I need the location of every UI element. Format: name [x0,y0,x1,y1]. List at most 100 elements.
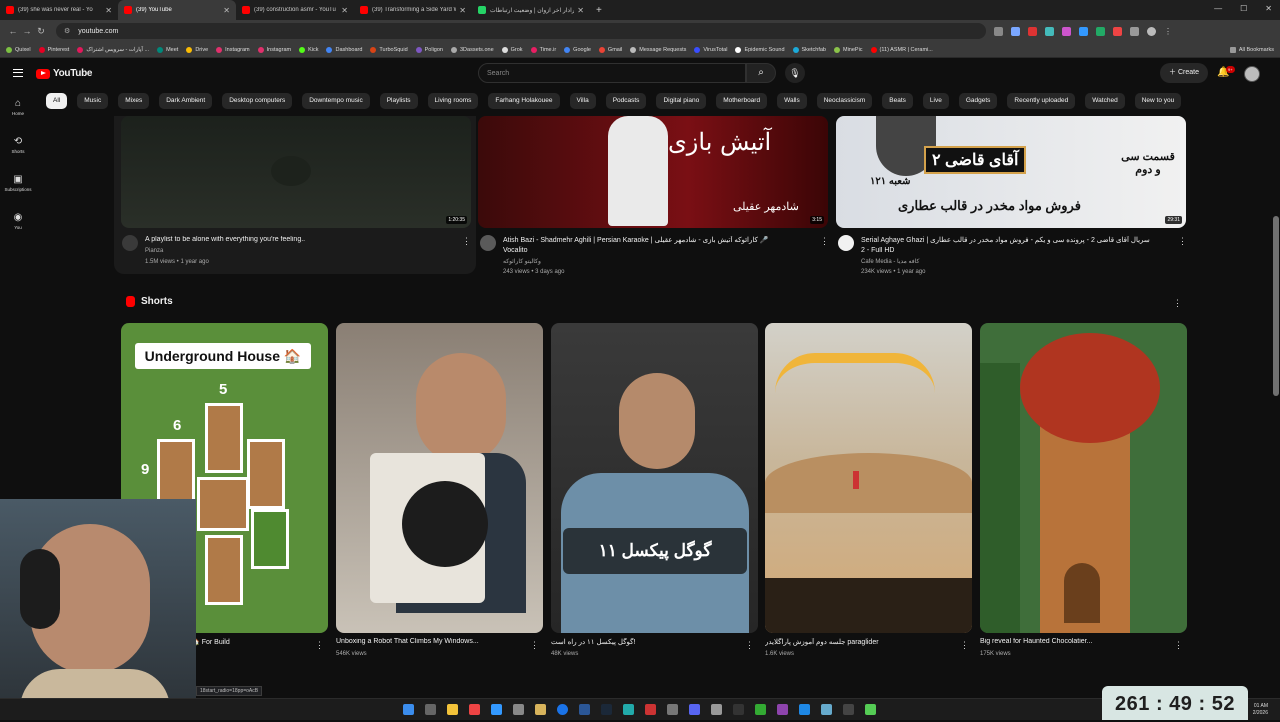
app-icon[interactable] [843,704,854,715]
extension-icon[interactable] [1113,26,1122,36]
bookmark-item[interactable]: Dashboard [326,46,362,53]
create-button[interactable]: ＋ Create [1160,63,1208,83]
bookmark-item[interactable]: (11) ASMR | Cerami... [870,46,933,53]
chip[interactable]: New to you [1134,93,1182,109]
bookmark-item[interactable]: Sketchfab [792,46,826,53]
chip[interactable]: Beats [882,93,913,109]
chip[interactable]: All [46,93,68,109]
sidebar-item-shorts[interactable]: ⟲ Shorts [0,136,36,154]
channel-name[interactable]: Pianza [145,248,163,254]
app-icon[interactable] [491,704,502,715]
video-title-line2[interactable]: 2 - Full HD [861,247,894,254]
url-field[interactable]: ⚙ youtube.com [56,23,986,39]
task-view-icon[interactable] [425,704,436,715]
extension-icon[interactable] [1096,26,1105,36]
chrome-icon[interactable] [557,704,568,715]
chip[interactable]: Watched [1085,93,1125,109]
close-icon[interactable]: ✕ [577,6,584,15]
chip[interactable]: Gadgets [958,93,998,109]
app-icon[interactable] [513,704,524,715]
app-icon[interactable] [733,704,744,715]
site-info-icon[interactable]: ⚙ [64,27,70,35]
bookmark-item[interactable]: Instagram [257,46,291,53]
app-icon[interactable] [865,704,876,715]
hamburger-menu-icon[interactable] [13,69,23,77]
chip[interactable]: Digital piano [656,93,707,109]
browser-tab[interactable]: (39) construction asmr - YouTu ✕ [236,0,354,20]
more-options-icon[interactable]: ⋮ [1173,298,1182,309]
more-options-icon[interactable]: ⋮ [1178,236,1187,247]
video-thumbnail[interactable]: آقای قاضی ۲ قسمت سی و دوم شعبه ۱۲۱ فروش … [836,116,1186,228]
chip[interactable]: Mixes [118,93,150,109]
video-title[interactable]: Serial Aghaye Ghazi | سریال آقای قاضی 2 … [861,236,1171,244]
scrollbar-thumb[interactable] [1273,216,1279,396]
bookmark-item[interactable]: VirusTotal [694,46,727,53]
app-icon[interactable] [711,704,722,715]
bookmark-item[interactable]: Google [564,46,591,53]
short-thumbnail[interactable]: گوگل پیکسل ۱۱ [551,323,758,633]
chip[interactable]: Desktop computers [222,93,293,109]
extension-icon[interactable] [1028,26,1037,36]
forward-icon[interactable]: → [20,26,34,36]
bookmark-item[interactable]: Poligon [415,46,443,53]
bookmark-item[interactable]: Drive [186,46,208,53]
cast-icon[interactable] [994,26,1003,36]
chip[interactable]: Neoclassicism [816,93,873,109]
chip[interactable]: Downtempo music [302,93,370,109]
app-icon[interactable] [799,704,810,715]
video-title[interactable]: Atish Bazi - Shadmehr Aghili | Persian K… [503,236,808,244]
bookmark-item[interactable]: Meet [157,46,178,53]
search-button[interactable]: ⌕ [746,63,776,83]
bookmark-item[interactable]: Gmail [598,46,622,53]
chip[interactable]: Playlists [379,93,418,109]
bookmark-item[interactable]: TurboSquid [370,46,408,53]
scrollbar-track[interactable] [1272,60,1280,698]
app-icon[interactable] [579,704,590,715]
video-title[interactable]: A playlist to be alone with everything y… [145,236,455,243]
bookmark-item[interactable]: Message Requests [630,46,686,53]
bookmark-item[interactable]: Pinterest [38,46,69,53]
chip[interactable]: Podcasts [605,93,647,109]
short-thumbnail[interactable] [336,323,543,633]
channel-avatar[interactable] [480,235,496,251]
all-bookmarks-button[interactable]: All Bookmarks [1229,46,1274,53]
app-icon[interactable] [469,704,480,715]
more-options-icon[interactable]: ⋮ [530,640,539,651]
extension-icon[interactable] [1062,26,1071,36]
voice-search-button[interactable]: 🎙 [785,63,805,83]
bookmark-item[interactable]: Instagram [216,46,250,53]
close-window-icon[interactable]: ✕ [1265,4,1272,13]
chip[interactable]: Farhang Holakouee [488,93,560,109]
chip[interactable]: Recently uploaded [1007,93,1076,109]
extensions-puzzle-icon[interactable] [1130,26,1139,36]
bookmark-item[interactable]: 3Dassets.one [451,46,494,53]
short-thumbnail[interactable] [765,323,972,633]
extension-icon[interactable] [1079,26,1088,36]
bookmark-item[interactable]: Epidemic Sound [735,46,785,53]
app-icon[interactable] [667,704,678,715]
maximize-icon[interactable]: ☐ [1240,4,1247,13]
short-title[interactable]: Big reveal for Haunted Chocolatier... [980,638,1092,645]
bookmark-item[interactable]: Kick [299,46,318,53]
close-icon[interactable]: ✕ [223,6,230,15]
close-icon[interactable]: ✕ [459,6,466,15]
short-title[interactable]: جلسه دوم آموزش پاراگلایدر paraglider [765,638,879,646]
youtube-logo[interactable]: YouTube [36,68,93,79]
short-thumbnail[interactable] [980,323,1187,633]
chip[interactable]: Music [77,93,109,109]
close-icon[interactable]: ✕ [341,6,348,15]
channel-avatar[interactable] [122,235,138,251]
video-thumbnail[interactable]: 1:20:35 [121,116,471,228]
profile-icon[interactable] [1147,26,1156,36]
extension-icon[interactable] [1045,26,1054,36]
chip[interactable]: Motherboard [716,93,768,109]
minimize-icon[interactable]: — [1214,4,1222,13]
bookmark-star-icon[interactable] [1011,26,1020,36]
back-icon[interactable]: ← [6,26,20,36]
bookmark-item[interactable]: آپارات - سرویس اشتراک ... [77,46,149,53]
sidebar-item-you[interactable]: ◉ You [0,212,36,230]
bookmark-item[interactable]: Grok [501,46,523,53]
video-thumbnail[interactable]: آتیش بازی شادمهر عقیلی 3:15 [478,116,828,228]
more-options-icon[interactable]: ⋮ [960,640,969,651]
app-icon[interactable] [777,704,788,715]
